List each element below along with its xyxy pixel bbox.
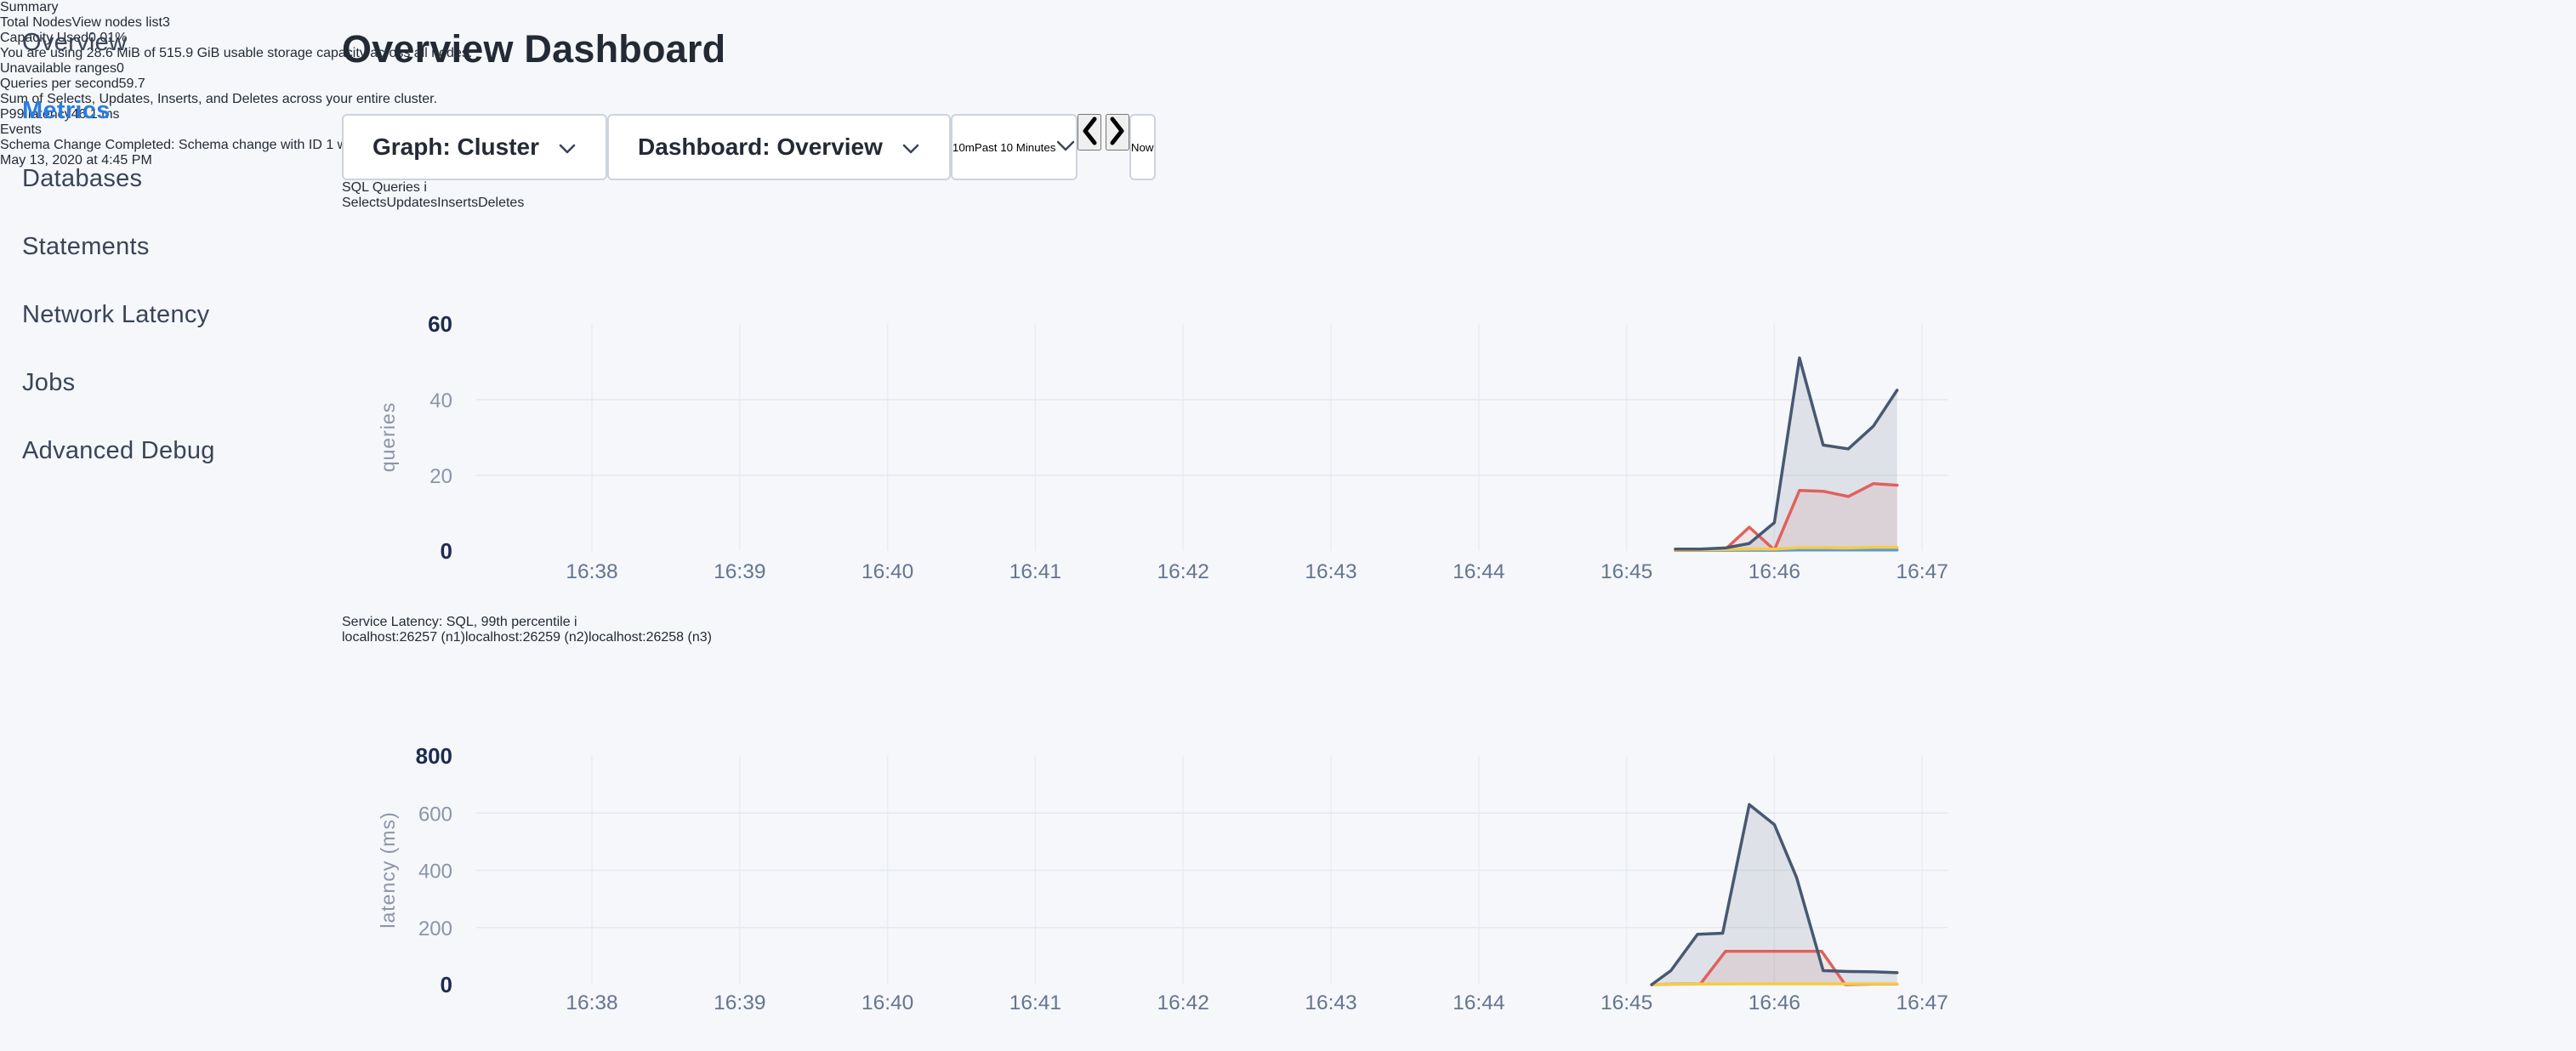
legend-label: Selects <box>342 196 386 210</box>
sidebar-list: OverviewMetricsDatabasesStatementsNetwor… <box>22 9 340 485</box>
chevron-left-icon <box>1079 116 1100 146</box>
svg-text:200: 200 <box>418 917 452 940</box>
sidebar: OverviewMetricsDatabasesStatementsNetwor… <box>0 0 340 1051</box>
svg-text:800: 800 <box>416 743 452 769</box>
svg-text:20: 20 <box>429 465 452 488</box>
svg-text:latency (ms): latency (ms) <box>377 811 399 928</box>
svg-text:16:46: 16:46 <box>1749 991 1800 1014</box>
svg-text:600: 600 <box>418 803 452 826</box>
svg-text:16:44: 16:44 <box>1453 560 1504 583</box>
sidebar-item-advanced-debug[interactable]: Advanced Debug <box>22 417 340 485</box>
chart-title: SQL Queries <box>342 180 420 195</box>
svg-text:16:41: 16:41 <box>1009 560 1061 583</box>
chart-legend: localhost:26257 (n1)localhost:26259 (n2)… <box>342 630 1990 645</box>
svg-text:0: 0 <box>441 972 452 997</box>
service-latency-plot[interactable]: 16:38 16:39 16:40 16:41 16:42 16:43 16:44 16:45… <box>342 645 1990 1051</box>
chart-legend: SelectsUpdatesInsertsDeletes <box>342 196 1990 211</box>
svg-text:16:40: 16:40 <box>862 991 913 1014</box>
sidebar-item-databases[interactable]: Databases <box>22 145 340 213</box>
legend-item: Deletes <box>478 196 524 210</box>
graph-dropdown[interactable]: Graph: Cluster <box>342 114 607 180</box>
time-pager <box>1078 114 1129 180</box>
svg-text:16:39: 16:39 <box>714 991 765 1014</box>
legend-item: Selects <box>342 196 386 210</box>
svg-text:16:42: 16:42 <box>1157 560 1209 583</box>
svg-text:16:46: 16:46 <box>1749 560 1800 583</box>
sidebar-item-network-latency[interactable]: Network Latency <box>22 281 340 349</box>
page-title: Overview Dashboard <box>342 27 1990 71</box>
page: OverviewMetricsDatabasesStatementsNetwor… <box>0 0 2576 1051</box>
dashboard-dropdown[interactable]: Dashboard: Overview <box>607 114 951 180</box>
main-content: Overview Dashboard Graph: Cluster Dashbo… <box>342 0 1990 1051</box>
svg-text:16:39: 16:39 <box>714 560 765 583</box>
legend-item: localhost:26257 (n1) <box>342 630 465 645</box>
legend-label: Updates <box>386 196 437 210</box>
dashboard-dropdown-label: Dashboard: Overview <box>638 134 883 161</box>
svg-text:16:44: 16:44 <box>1453 991 1504 1014</box>
svg-text:0: 0 <box>441 538 452 564</box>
sidebar-item-overview[interactable]: Overview <box>22 9 340 77</box>
prev-timeframe-button[interactable] <box>1078 114 1101 151</box>
svg-text:16:38: 16:38 <box>566 991 617 1014</box>
svg-text:60: 60 <box>428 311 452 337</box>
graph-dropdown-label: Graph: Cluster <box>372 134 539 161</box>
legend-label: localhost:26257 (n1) <box>342 630 465 645</box>
svg-text:400: 400 <box>418 861 452 883</box>
legend-item: Inserts <box>437 196 478 210</box>
svg-text:16:42: 16:42 <box>1157 991 1209 1014</box>
chevron-down-icon <box>901 134 920 161</box>
service-latency-chart-card: Service Latency: SQL, 99th percentile i … <box>342 615 1990 1051</box>
svg-text:16:38: 16:38 <box>566 560 617 583</box>
sidebar-item-metrics[interactable]: Metrics <box>22 77 340 145</box>
chart-title-row: SQL Queries i <box>342 180 1990 196</box>
toolbar: Graph: Cluster Dashboard: Overview 10m P… <box>342 114 1990 180</box>
svg-text:16:40: 16:40 <box>862 560 913 583</box>
info-icon[interactable]: i <box>424 180 427 195</box>
svg-text:16:45: 16:45 <box>1601 991 1652 1014</box>
legend-label: Deletes <box>478 196 524 210</box>
next-timeframe-button[interactable] <box>1106 114 1129 151</box>
chart-title-row: Service Latency: SQL, 99th percentile i <box>342 615 1990 630</box>
svg-text:16:45: 16:45 <box>1601 560 1652 583</box>
legend-label: localhost:26259 (n2) <box>465 630 589 645</box>
chevron-right-icon <box>1107 116 1128 146</box>
sidebar-item-statements[interactable]: Statements <box>22 213 340 281</box>
legend-item: localhost:26258 (n3) <box>589 630 712 645</box>
svg-text:queries: queries <box>377 402 399 472</box>
sql-queries-chart-card: SQL Queries i SelectsUpdatesInsertsDelet… <box>342 180 1990 615</box>
legend-item: localhost:26259 (n2) <box>465 630 589 645</box>
sql-queries-plot[interactable]: 16:38 16:39 16:40 16:41 16:42 16:43 16:44 16:45… <box>342 211 1990 611</box>
svg-text:16:47: 16:47 <box>1896 991 1948 1014</box>
chart-title: Service Latency: SQL, 99th percentile <box>342 615 571 629</box>
svg-text:16:41: 16:41 <box>1009 991 1061 1014</box>
now-button[interactable]: Now <box>1129 114 1156 180</box>
svg-text:16:47: 16:47 <box>1896 560 1948 583</box>
time-range-badge: 10m <box>952 141 975 154</box>
legend-label: localhost:26258 (n3) <box>589 630 712 645</box>
chevron-down-icon <box>558 134 577 161</box>
sidebar-item-jobs[interactable]: Jobs <box>22 349 340 417</box>
legend-label: Inserts <box>437 196 478 210</box>
legend-item: Updates <box>386 196 437 210</box>
chevron-down-icon <box>1055 139 1076 155</box>
svg-text:16:43: 16:43 <box>1305 560 1356 583</box>
svg-text:40: 40 <box>429 389 452 412</box>
info-icon[interactable]: i <box>574 615 577 629</box>
time-range-label: Past 10 Minutes <box>975 141 1056 154</box>
time-range-dropdown[interactable]: 10m Past 10 Minutes <box>951 114 1078 180</box>
svg-text:16:43: 16:43 <box>1305 991 1356 1014</box>
